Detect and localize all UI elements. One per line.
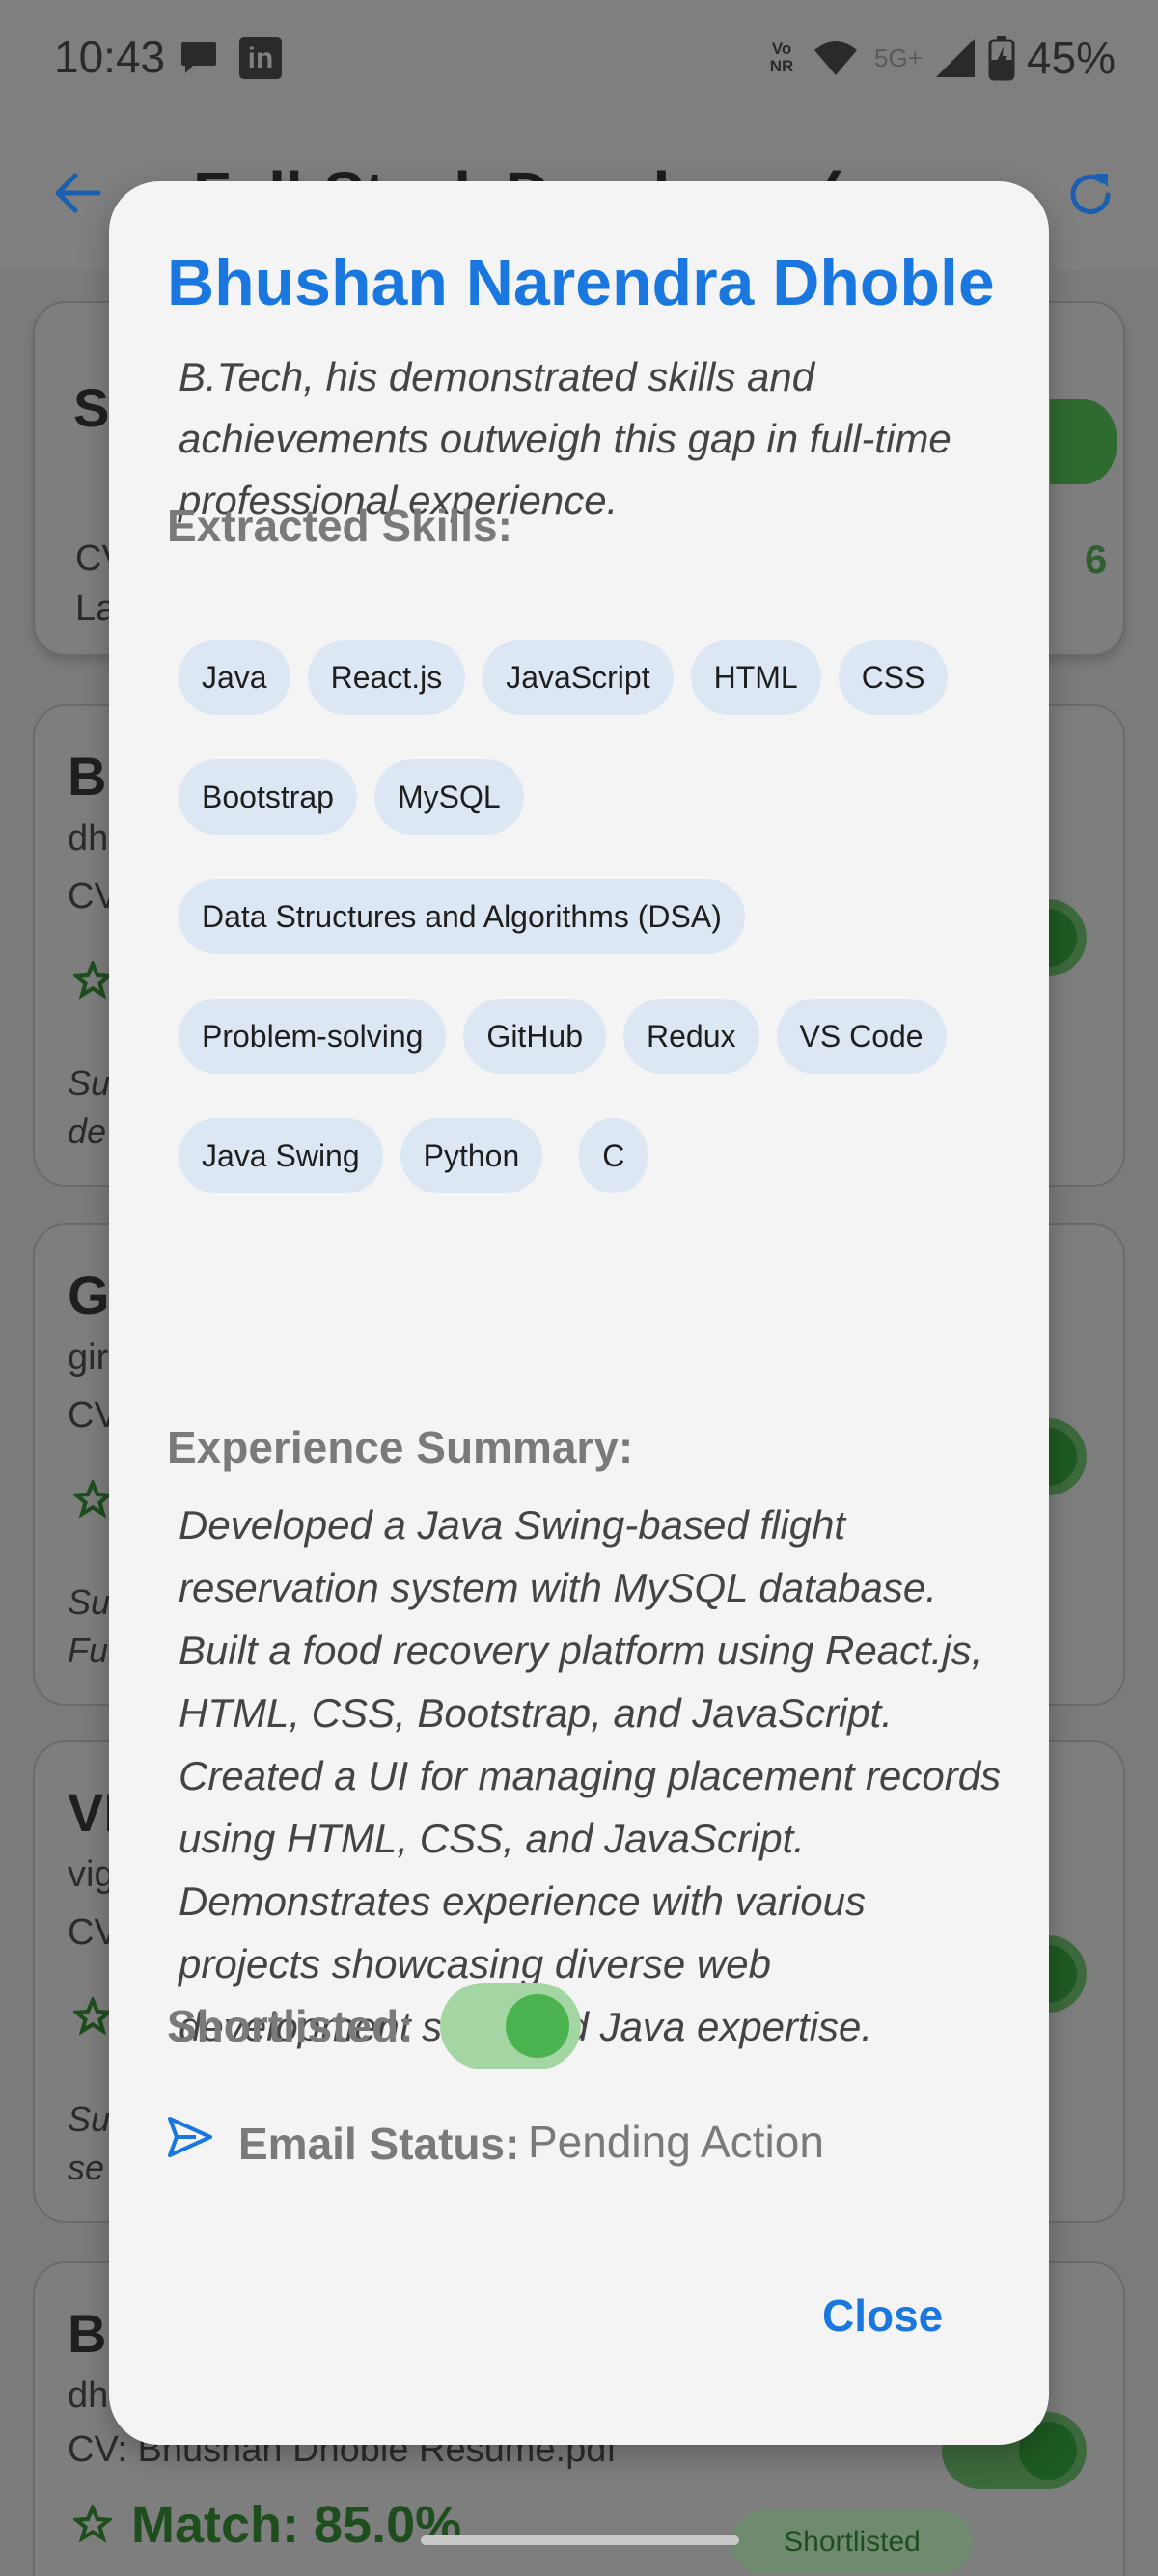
shortlisted-label: Shortlisted:: [167, 2001, 414, 2051]
skill-chip: Redux: [623, 999, 759, 1074]
network-type: 5G+: [874, 42, 923, 72]
skill-chip: React.js: [307, 640, 466, 715]
skill-chip: MySQL: [373, 759, 524, 835]
dialog-scroll-area[interactable]: B.Tech, his demonstrated skills and achi…: [109, 360, 1049, 2207]
experience-heading: Experience Summary:: [167, 1422, 634, 1472]
skills-heading: Extracted Skills:: [167, 501, 512, 551]
candidate-details-dialog: Bhushan Narendra Dhoble B.Tech, his demo…: [109, 181, 1049, 2445]
match-score: Match: 85.0%: [131, 2496, 462, 2554]
skill-chip: GitHub: [463, 999, 607, 1074]
shortlisted-badge: Shortlisted: [731, 2510, 973, 2574]
skill-chip: Problem-solving: [179, 999, 447, 1074]
status-bar: 10:43 in Vo NR 5G+ 45%: [0, 0, 1158, 116]
experience-summary: Developed a Java Swing-based flight rese…: [179, 1502, 1002, 2049]
star-icon: [73, 2505, 112, 2543]
candidate-email: dh: [68, 818, 109, 859]
skill-chip: CSS: [838, 640, 949, 715]
skill-chip: Python: [400, 1118, 543, 1193]
back-arrow-icon[interactable]: [48, 164, 106, 222]
send-icon: [168, 2117, 212, 2157]
star-icon: [73, 1480, 112, 1519]
email-status-value: Pending Action: [528, 2117, 824, 2167]
star-icon: [73, 1997, 112, 2036]
candidate-email: dh: [68, 2375, 109, 2416]
close-button[interactable]: Close: [822, 2289, 943, 2342]
email-status-label: Email Status:: [238, 2119, 520, 2169]
home-indicator[interactable]: [421, 2535, 739, 2545]
linkedin-icon: in: [239, 37, 282, 79]
star-icon: [73, 961, 112, 1000]
skill-chip: Java: [179, 640, 290, 715]
candidate-email: vig: [68, 1854, 115, 1895]
message-notification-icon: [181, 42, 216, 73]
summary-indicator: [1050, 399, 1117, 484]
dialog-title: Bhushan Narendra Dhoble: [167, 246, 995, 319]
skill-chip: Bootstrap: [179, 759, 357, 835]
summary-title: S: [73, 377, 110, 438]
skill-chip: JavaScript: [482, 640, 674, 715]
volte-indicator: Vo NR: [769, 40, 794, 75]
skill-chip: Java Swing: [179, 1118, 383, 1193]
skill-chip: VS Code: [776, 999, 947, 1074]
chip-row: Bootstrap MySQL: [179, 759, 1008, 835]
chip-row: Java Swing Python C: [179, 1118, 1008, 1193]
signal-icon: [935, 39, 975, 77]
chip-row: Java React.js JavaScript HTML CSS: [179, 640, 1008, 715]
shortlisted-toggle[interactable]: [440, 1983, 581, 2069]
summary-count: 6: [1085, 536, 1108, 582]
candidate-summary-2: Fu: [68, 1631, 109, 1670]
candidate-summary-2: se: [68, 2148, 105, 2187]
battery-percent: 45%: [1026, 33, 1116, 83]
candidate-summary-1: Su: [68, 1063, 111, 1103]
wifi-icon: [814, 41, 858, 75]
candidate-summary-2: de: [68, 1111, 107, 1151]
refresh-icon[interactable]: [1062, 166, 1119, 224]
status-time: 10:43: [54, 32, 166, 82]
candidate-summary-1: Su: [68, 2099, 111, 2139]
skill-chip: Data Structures and Algorithms (DSA): [179, 879, 745, 954]
skill-chip: HTML: [690, 640, 821, 715]
toggle-knob: [506, 1994, 569, 2058]
skills-chip-group: Java React.js JavaScript HTML CSS Bootst…: [179, 640, 1008, 1238]
chip-row: Problem-solving GitHub Redux VS Code: [179, 999, 1008, 1074]
skill-chip: C: [579, 1118, 648, 1193]
battery-charging-icon: [988, 36, 1015, 81]
candidate-email: gir: [68, 1337, 109, 1378]
chip-row: Data Structures and Algorithms (DSA): [179, 879, 1008, 954]
status-right-group: Vo NR 5G+ 45%: [762, 29, 1116, 87]
candidate-summary-1: Su: [68, 1582, 111, 1622]
